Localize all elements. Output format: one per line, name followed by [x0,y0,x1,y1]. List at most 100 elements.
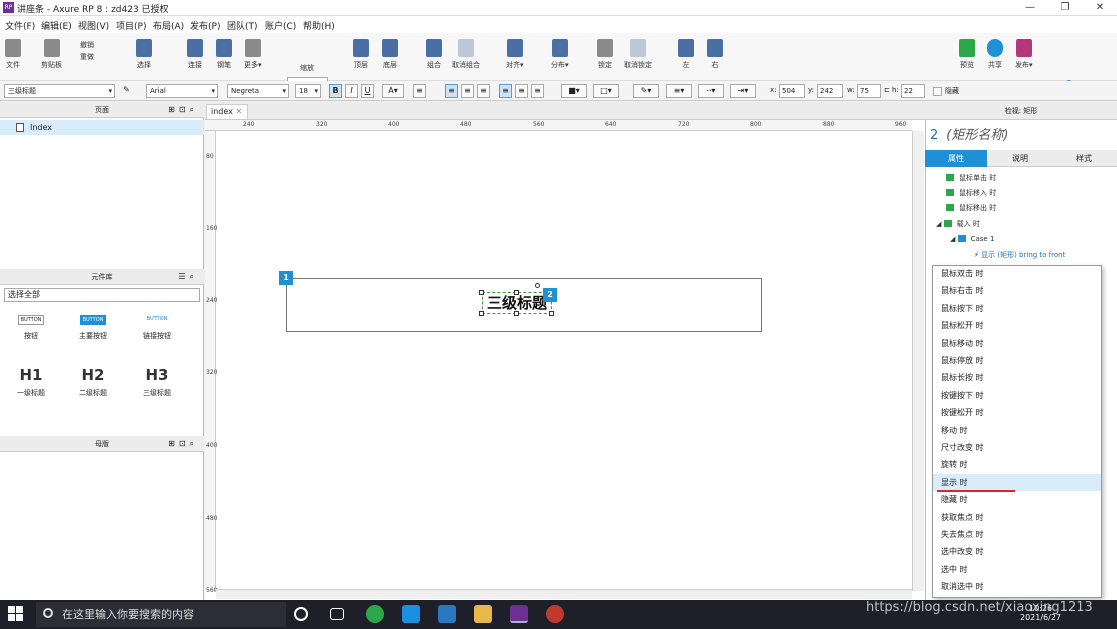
widget-h1[interactable]: H1 一级标题 [14,366,48,398]
masters-tools-icons[interactable]: ⊞⊡⌕ [168,436,198,452]
dropdown-item[interactable]: 获取焦点 时 [933,509,1101,526]
dropdown-item[interactable]: 鼠标停放 时 [933,352,1101,369]
publish-button[interactable]: 发布▾ [1015,39,1033,70]
bullet-list-icon[interactable]: ≡ [413,84,426,98]
dropdown-item[interactable]: 隐藏 时 [933,491,1101,508]
maximize-icon[interactable]: ❐ [1055,2,1075,14]
page-item-index[interactable]: Index [0,120,204,135]
bold-button[interactable]: B [329,84,342,98]
cortana-icon[interactable] [294,607,308,621]
widget-h2[interactable]: H2 二级标题 [76,366,110,398]
fill-color-icon[interactable]: ■▾ [561,84,587,98]
dropdown-item[interactable]: 鼠标按下 时 [933,300,1101,317]
undo-button[interactable]: 撤销 [80,40,94,50]
event-click[interactable]: 鼠标单击 时 [946,173,996,183]
widget-name-field[interactable]: 2 (矩形名称) [930,124,1008,143]
align-left-text-icon[interactable]: ≡ [445,84,458,98]
send-back-button[interactable]: 底层 [382,39,398,70]
windows-start-icon[interactable] [8,606,24,622]
valign-middle-icon[interactable]: ≡ [515,84,528,98]
arrow-style-icon[interactable]: ⇥▾ [730,84,756,98]
menu-project[interactable]: 项目(P) [116,19,146,32]
close-icon[interactable]: ✕ [1090,2,1110,14]
line-style-icon[interactable]: ┄▾ [698,84,724,98]
tab-notes[interactable]: 说明 [989,150,1051,167]
widget-button[interactable]: BUTTON 按钮 [14,315,48,341]
hide-checkbox[interactable] [933,87,942,96]
rotate-handle[interactable] [535,283,540,288]
x-input[interactable]: 504 [779,84,805,98]
tab-index[interactable]: index ✕ [206,104,248,119]
event-load[interactable]: ◢ 载入 时 [936,219,980,229]
line-width-icon[interactable]: ≡▾ [666,84,692,98]
valign-bottom-icon[interactable]: ≡ [531,84,544,98]
dropdown-item[interactable]: 鼠标移动 时 [933,335,1101,352]
tab-properties[interactable]: 属性 [925,150,987,167]
axure-taskbar-icon[interactable] [510,605,528,623]
underline-button[interactable]: U [361,84,374,98]
h-input[interactable]: 22 [901,84,925,98]
connect-button[interactable]: 连接 [187,39,203,70]
unlock-button[interactable]: 取消锁定 [624,39,652,70]
redo-button[interactable]: 重做 [80,52,94,62]
app-taskbar-icon[interactable] [546,605,564,623]
dropdown-item[interactable]: 按键按下 时 [933,387,1101,404]
task-view-icon[interactable] [330,608,344,620]
dropdown-item[interactable]: 尺寸改变 时 [933,439,1101,456]
library-filter-select[interactable]: 选择全部 [4,288,200,302]
mail-icon[interactable] [402,605,420,623]
clipboard-button[interactable]: 剪贴板 [41,39,62,70]
font-color-icon[interactable]: A▾ [382,84,404,98]
more-button[interactable]: 更多▾ [244,39,262,70]
canvas-horizontal-scrollbar[interactable] [216,589,912,599]
style-edit-icon[interactable]: ✎ [120,84,133,98]
menu-arrange[interactable]: 布局(A) [153,19,184,32]
menu-file[interactable]: 文件(F) [5,19,35,32]
event-mouse-leave[interactable]: 鼠标移出 时 [946,203,996,213]
dropdown-item[interactable]: 按键松开 时 [933,404,1101,421]
ungroup-button[interactable]: 取消组合 [452,39,480,70]
taskbar-search[interactable]: 在这里输入你要搜索的内容 [36,602,286,627]
close-tab-icon[interactable]: ✕ [235,107,242,116]
canvas-vertical-scrollbar[interactable] [912,131,924,591]
pages-tools-icons[interactable]: ⊞⊡⌕ [168,102,198,118]
dropdown-item[interactable]: 选中 时 [933,561,1101,578]
group-button[interactable]: 组合 [426,39,442,70]
tab-style[interactable]: 样式 [1053,150,1115,167]
menu-edit[interactable]: 编辑(E) [41,19,72,32]
widget-h3[interactable]: H3 三级标题 [140,366,174,398]
preview-button[interactable]: 预览 [959,39,975,70]
dropdown-item[interactable]: 取消选中 时 [933,578,1101,595]
file-button[interactable]: 文件 [5,39,21,70]
dropdown-item[interactable]: 鼠标右击 时 [933,282,1101,299]
share-button[interactable]: 共享 [987,39,1003,70]
italic-button[interactable]: I [345,84,358,98]
font-size-select[interactable]: 18 [295,84,321,98]
dropdown-item[interactable]: 鼠标长按 时 [933,369,1101,386]
widget-link-button[interactable]: BUTTON 链接按钮 [140,315,174,341]
distribute-button[interactable]: 分布▾ [551,39,569,70]
align-center-text-icon[interactable]: ≡ [461,84,474,98]
minimize-icon[interactable]: — [1020,2,1040,14]
pen-button[interactable]: 钢笔 [216,39,232,70]
shadow-icon[interactable]: □▾ [593,84,619,98]
dropdown-item[interactable]: 鼠标双击 时 [933,265,1101,282]
valign-top-icon[interactable]: ≡ [499,84,512,98]
align-button[interactable]: 对齐▾ [506,39,524,70]
library-tools-icons[interactable]: ☰⌕ [178,269,198,285]
dropdown-item[interactable]: 选中改变 时 [933,543,1101,560]
y-input[interactable]: 242 [817,84,843,98]
right-button[interactable]: 右 [707,39,723,70]
weight-select[interactable]: Negreta [227,84,289,98]
canvas-area[interactable] [205,102,925,600]
store-icon[interactable] [438,605,456,623]
menu-team[interactable]: 团队(T) [227,19,258,32]
dropdown-item[interactable]: 鼠标松开 时 [933,317,1101,334]
align-right-text-icon[interactable]: ≡ [477,84,490,98]
menu-view[interactable]: 视图(V) [78,19,109,32]
select-button[interactable]: 选择 [136,39,152,70]
event-mouse-enter[interactable]: 鼠标移入 时 [946,188,996,198]
case-1[interactable]: ◢ Case 1 [950,235,994,243]
resize-handle[interactable] [514,311,519,316]
resize-handle[interactable] [479,290,484,295]
